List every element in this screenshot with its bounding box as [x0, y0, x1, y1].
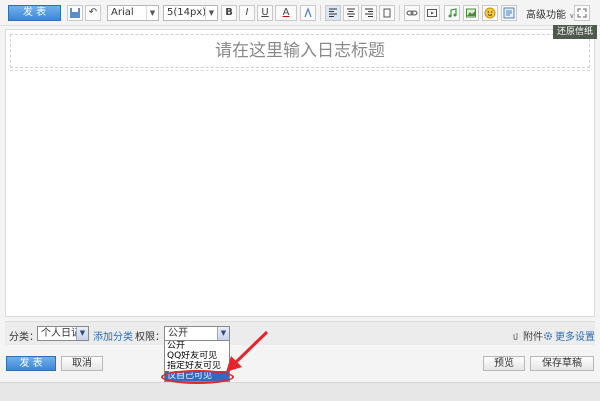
emoticon-icon[interactable]: [482, 5, 498, 21]
paperclip-icon: [513, 333, 518, 340]
more-settings-button[interactable]: 更多设置: [543, 328, 595, 343]
chevron-down-icon: ▼: [146, 6, 158, 20]
bold-button[interactable]: B: [221, 5, 237, 21]
paragraph-icon[interactable]: [379, 5, 395, 21]
permission-value: 公开: [168, 328, 188, 339]
save-icon[interactable]: [67, 5, 83, 21]
title-placeholder: 请在这里输入日志标题: [215, 41, 385, 61]
font-size-value: 5(14px): [167, 7, 207, 18]
blog-editor-window: 发 表 ↶ Arial ▼ 5(14px) ▼ B I U A 高级功能 ∨ 请…: [0, 0, 600, 401]
toolbar-divider: [399, 5, 400, 21]
undo-icon[interactable]: ↶: [85, 5, 101, 21]
publish-button-top[interactable]: 发 表: [8, 5, 61, 21]
font-size-select[interactable]: 5(14px) ▼: [163, 5, 218, 21]
align-left-icon[interactable]: [325, 5, 341, 21]
font-color-button[interactable]: A: [275, 5, 297, 21]
post-options-bar: 分类： 个人日记 ▼ 添加分类 权限： 公开 ▼ 附件 更多设置: [5, 321, 595, 345]
font-family-select[interactable]: Arial ▼: [107, 5, 159, 21]
italic-button[interactable]: I: [239, 5, 255, 21]
permission-label: 权限：: [135, 332, 165, 343]
editor-toolbar: 发 表 ↶ Arial ▼ 5(14px) ▼ B I U A 高级功能 ∨: [0, 0, 600, 26]
restore-stationery-tooltip[interactable]: 还原信纸: [553, 25, 597, 39]
align-right-icon[interactable]: [361, 5, 377, 21]
title-divider: [10, 70, 590, 71]
attachment-button[interactable]: 附件: [511, 328, 543, 343]
underline-button[interactable]: U: [257, 5, 273, 21]
red-arrow-annotation: [226, 330, 269, 372]
advanced-features-menu[interactable]: 高级功能 ∨: [526, 6, 574, 21]
fullscreen-icon[interactable]: [574, 5, 590, 21]
bottom-strip: [0, 382, 600, 401]
chevron-down-icon: ▼: [205, 6, 217, 20]
video-icon[interactable]: [424, 5, 440, 21]
image-icon[interactable]: [463, 5, 479, 21]
add-category-link[interactable]: 添加分类: [93, 328, 133, 343]
link-icon[interactable]: [404, 5, 420, 21]
more-settings-label: 更多设置: [555, 332, 595, 343]
align-center-icon[interactable]: [343, 5, 359, 21]
preview-button[interactable]: 预览: [483, 356, 525, 371]
cancel-button[interactable]: 取消: [61, 356, 103, 371]
clear-format-icon[interactable]: [300, 5, 316, 21]
template-icon[interactable]: [501, 5, 517, 21]
blog-editor-area[interactable]: 请在这里输入日志标题: [5, 29, 595, 317]
font-family-value: Arial: [111, 7, 134, 18]
advanced-features-label: 高级功能: [526, 10, 566, 21]
chevron-down-icon: ▼: [76, 327, 88, 340]
category-select[interactable]: 个人日记 ▼: [37, 326, 89, 341]
attachment-label: 附件: [523, 332, 543, 343]
title-input[interactable]: 请在这里输入日志标题: [10, 34, 590, 68]
toolbar-divider: [320, 5, 321, 21]
publish-button[interactable]: 发 表: [6, 356, 56, 371]
category-value: 个人日记: [41, 328, 81, 339]
gear-icon: [543, 331, 553, 341]
music-icon[interactable]: [444, 5, 460, 21]
save-draft-button[interactable]: 保存草稿: [530, 356, 594, 371]
category-label: 分类：: [9, 332, 39, 343]
